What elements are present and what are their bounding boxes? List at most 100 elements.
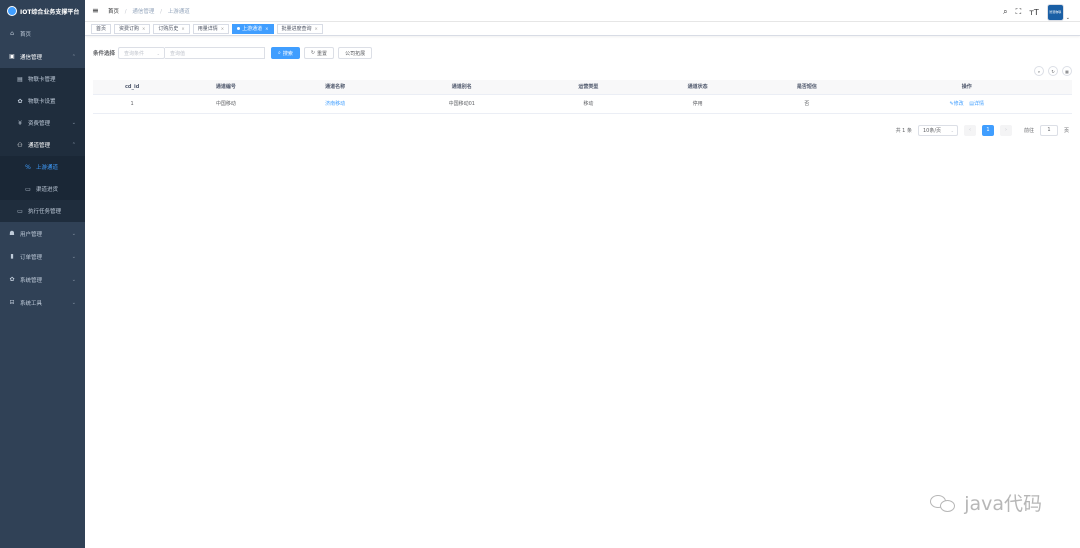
close-icon[interactable]: × <box>265 26 268 31</box>
company-button-label: 公司拓展 <box>345 50 366 57</box>
sidebar-item-tariff[interactable]: ¥ 资费管理 ⌄ <box>0 112 85 134</box>
query-input[interactable]: 查询值 <box>165 47 266 59</box>
close-icon[interactable]: × <box>181 26 184 31</box>
sidebar-item-purchase[interactable]: ▭ 渠道进货 <box>0 178 85 200</box>
wechat-icon <box>930 493 956 513</box>
sidebar-item-comm[interactable]: ▣ 通信管理 ⌃ <box>0 45 85 68</box>
cell-name: 济南移动 <box>280 94 390 114</box>
navbar-right: ⌕ ⛶ ᴛT 智慧物联 ⌄ <box>1003 3 1070 21</box>
avatar[interactable]: 智慧物联 <box>1046 3 1064 21</box>
goto-page-input[interactable]: 1 <box>1039 124 1058 136</box>
watermark-text: java代码 <box>964 493 1042 515</box>
channel-name-link[interactable]: 济南移动 <box>325 101 345 107</box>
tag-tariff-order[interactable]: 资费订购 × <box>114 23 151 34</box>
next-page-button[interactable]: › <box>999 124 1012 136</box>
sidebar-item-upstream[interactable]: % 上游通道 <box>0 156 85 178</box>
col-alias: 通道别名 <box>389 80 534 95</box>
close-icon[interactable]: × <box>315 26 318 31</box>
avatar-chevron-icon[interactable]: ⌄ <box>1066 15 1070 21</box>
select-placeholder: 查询条件 <box>124 50 145 57</box>
refresh-icon: ↻ <box>310 50 316 56</box>
breadcrumb-comm[interactable]: 通信管理 <box>132 9 154 15</box>
chevron-down-icon: ⌄ <box>156 50 161 56</box>
detail-button[interactable]: ▤详情 <box>969 101 984 107</box>
tag-upstream[interactable]: 上游通道 × <box>232 23 274 34</box>
sidebar-item-card-mgmt[interactable]: ▤ 物联卡管理 <box>0 68 85 90</box>
table-row: 1 中国移动 济南移动 中国移动01 移动 停用 否 ✎修改 ▤详情 <box>93 94 1072 114</box>
content: 条件选择 查询条件 ⌄ 查询值 ⌕ 搜索 ↻ 重置 公司拓展 ⌕ ↻ ▦ cd_id… <box>85 36 1080 146</box>
reset-button-label: 重置 <box>317 50 328 57</box>
sidebar-item-channel[interactable]: ⚇ 通道管理 ⌃ <box>0 134 85 156</box>
close-icon[interactable]: × <box>142 26 145 31</box>
fullscreen-icon[interactable]: ⛶ <box>1016 7 1022 17</box>
toggle-search-button[interactable]: ⌕ <box>1034 66 1044 76</box>
search-button[interactable]: ⌕ 搜索 <box>271 47 300 59</box>
sidebar-item-card-settings[interactable]: ✿ 物联卡设置 <box>0 90 85 112</box>
yen-icon: ¥ <box>18 119 22 127</box>
sidebar: IOT综合业务支撑平台 ⌂ 首页 ▣ 通信管理 ⌃ ▤ 物联卡管理 ✿ 物联卡设… <box>0 0 85 548</box>
tag-label: 订购历史 <box>158 26 179 32</box>
chevron-down-icon: ⌄ <box>71 120 76 126</box>
sidebar-item-label: 渠道进货 <box>36 187 59 193</box>
brand-title: IOT综合业务支撑平台 <box>20 8 80 16</box>
tag-batch-progress[interactable]: 批量进度查询 × <box>276 23 323 34</box>
sidebar-item-label: 通道管理 <box>28 143 51 149</box>
cell-op-type: 移动 <box>533 94 643 114</box>
breadcrumb-sep: / <box>160 8 162 15</box>
cell-code: 中国移动 <box>171 94 281 114</box>
sidebar-item-tasks[interactable]: ▭ 执行任务管理 <box>0 200 85 222</box>
tag-order-history[interactable]: 订购历史 × <box>153 23 190 34</box>
close-icon[interactable]: × <box>221 26 224 31</box>
sidebar-item-label: 首页 <box>20 31 32 38</box>
search-icon[interactable]: ⌕ <box>1003 7 1007 17</box>
input-placeholder: 查询值 <box>170 50 186 57</box>
page-1-button[interactable]: 1 <box>981 124 994 136</box>
refresh-icon: ↻ <box>1051 68 1055 74</box>
avatar-text: 智慧物联 <box>1049 10 1062 14</box>
sidebar-item-home[interactable]: ⌂ 首页 <box>0 22 85 45</box>
chevron-down-icon: ⌄ <box>71 230 76 237</box>
breadcrumb-home[interactable]: 首页 <box>108 9 119 15</box>
search-icon: ⌕ <box>278 50 281 56</box>
brand[interactable]: IOT综合业务支撑平台 <box>0 0 85 22</box>
reset-button[interactable]: ↻ 重置 <box>303 47 335 59</box>
refresh-button[interactable]: ↻ <box>1048 66 1058 76</box>
sidebar-item-label: 系统工具 <box>20 300 43 307</box>
company-expand-button[interactable]: 公司拓展 <box>338 47 373 59</box>
page-size-select[interactable]: 10条/页 ⌄ <box>917 124 958 136</box>
tag-usage-detail[interactable]: 用量详情 × <box>192 23 230 34</box>
sidebar-item-orders[interactable]: ▮ 订单管理 ⌄ <box>0 245 85 268</box>
detail-label: 详情 <box>974 101 985 107</box>
sidebar-item-label: 订单管理 <box>20 254 43 261</box>
sidebar-item-system[interactable]: ✿ 系统管理 ⌄ <box>0 268 85 291</box>
sidebar-item-label: 物联卡管理 <box>28 77 56 83</box>
cog-icon: ✿ <box>9 276 15 283</box>
chevron-down-icon: ⌄ <box>71 276 76 283</box>
edit-button[interactable]: ✎修改 <box>949 101 963 107</box>
breadcrumb-current: 上游通道 <box>167 8 190 15</box>
tags-view: 首页 资费订购 × 订购历史 × 用量详情 × 上游通道 × 批量进度查询 × <box>85 22 1080 36</box>
tag-label: 批量进度查询 <box>281 26 312 32</box>
logo-icon <box>7 6 17 16</box>
prev-page-button[interactable]: ‹ <box>963 124 976 136</box>
user-icon: ☗ <box>9 230 15 237</box>
tag-label: 上游通道 <box>242 26 263 32</box>
sim-icon: ▣ <box>9 53 15 60</box>
hamburger-icon[interactable]: ≡ <box>92 6 100 15</box>
watermark: java代码 <box>930 489 1042 516</box>
tag-home[interactable]: 首页 <box>91 23 112 34</box>
sidebar-item-label: 上游通道 <box>36 165 59 171</box>
font-size-icon[interactable]: ᴛT <box>1029 8 1039 17</box>
sidebar-item-label: 系统管理 <box>20 277 43 284</box>
sidebar-item-label: 通信管理 <box>20 54 43 61</box>
chevron-up-icon: ⌃ <box>71 53 76 60</box>
columns-icon: ▦ <box>1065 68 1069 74</box>
sidebar-item-users[interactable]: ☗ 用户管理 ⌄ <box>0 222 85 245</box>
columns-button[interactable]: ▦ <box>1062 66 1072 76</box>
card-icon: ▤ <box>17 75 23 83</box>
condition-select[interactable]: 查询条件 ⌄ <box>118 47 166 59</box>
submenu-comm: ▤ 物联卡管理 ✿ 物联卡设置 ¥ 资费管理 ⌄ ⚇ 通道管理 ⌃ % 上游通道… <box>0 68 85 222</box>
goto-suffix: 页 <box>1063 127 1069 134</box>
col-op-type: 运营类型 <box>533 80 643 95</box>
sidebar-item-tools[interactable]: ⊟ 系统工具 ⌄ <box>0 291 85 314</box>
